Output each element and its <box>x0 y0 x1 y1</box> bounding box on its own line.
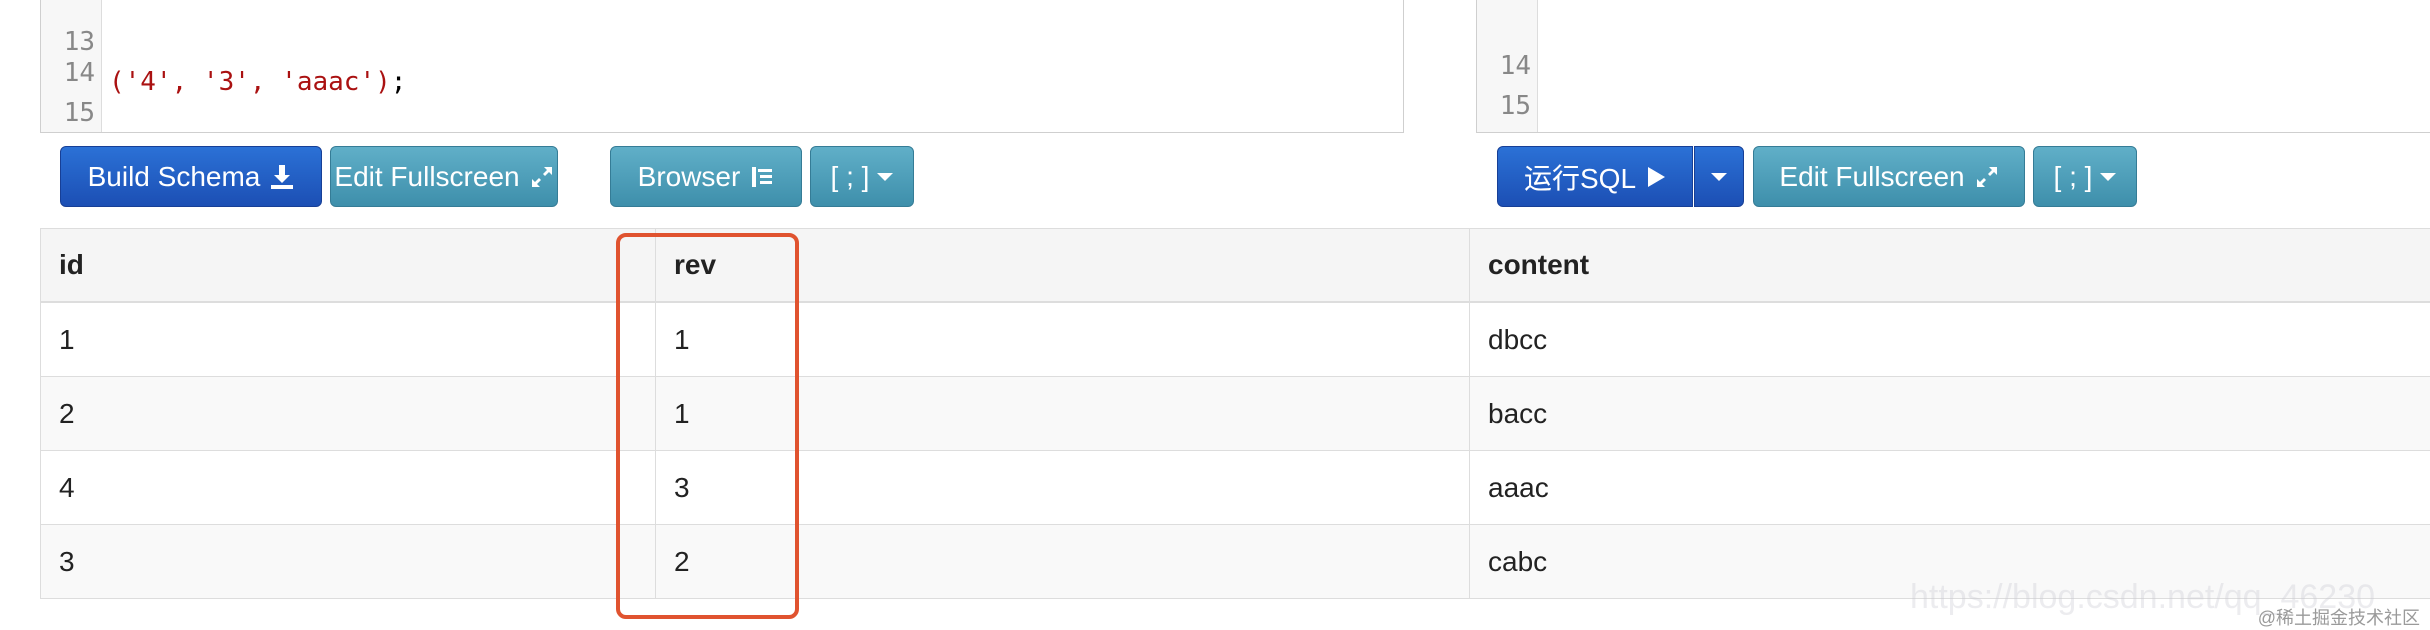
run-sql-dropdown-toggle[interactable] <box>1694 146 1744 207</box>
line-number: 16 <box>1477 126 1531 132</box>
results-table: id rev content 1 1 dbcc 2 1 bacc 4 3 aaa… <box>40 228 2430 599</box>
run-sql-label: 运行SQL <box>1523 162 1637 194</box>
browser-label: Browser <box>637 160 741 192</box>
delimiter-label: [ ; ] <box>830 160 870 192</box>
column-header-content: content <box>1469 229 2430 301</box>
code-line: 15 <box>41 53 1403 128</box>
edit-fullscreen-button[interactable]: Edit Fullscreen <box>1753 146 2025 207</box>
code-line: 14 <box>41 13 1403 88</box>
query-editor[interactable]: 14 15 16 select * from docs order by fie… <box>1476 0 2430 133</box>
cell-id: 2 <box>59 397 75 429</box>
code-line: 14 <box>1477 6 2430 81</box>
cell-rev: 3 <box>655 451 1469 524</box>
delimiter-label: [ ; ] <box>2053 160 2093 192</box>
table-row: 1 1 dbcc <box>41 303 2430 377</box>
line-number: 15 <box>63 98 95 128</box>
schema-editor[interactable]: 13 ('4', '3', 'aaac'); 14 15 <box>40 0 1404 133</box>
caret-down-icon <box>2100 172 2117 181</box>
caret-down-icon <box>877 172 894 181</box>
edit-fullscreen-button[interactable]: Edit Fullscreen <box>330 146 558 207</box>
play-icon <box>1646 166 1666 188</box>
table-header-row: id rev content <box>41 229 2430 303</box>
build-schema-button[interactable]: Build Schema <box>60 146 322 207</box>
credit-text: @稀土掘金技术社区 <box>2257 608 2420 628</box>
cell-rev: 1 <box>655 377 1469 450</box>
expand-icon <box>530 165 554 189</box>
table-row: 4 3 aaac <box>41 451 2430 525</box>
cell-id: 3 <box>59 545 75 577</box>
browser-button[interactable]: Browser <box>610 146 802 207</box>
download-icon <box>270 164 294 190</box>
tree-icon <box>750 165 774 189</box>
run-sql-button[interactable]: 运行SQL <box>1497 146 1693 207</box>
code-line: 15 <box>1477 46 2430 121</box>
table-row: 2 1 bacc <box>41 377 2430 451</box>
delimiter-dropdown[interactable]: [ ; ] <box>810 146 914 207</box>
column-header-rev: rev <box>655 229 1469 301</box>
delimiter-dropdown[interactable]: [ ; ] <box>2033 146 2137 207</box>
column-header-id: id <box>59 249 84 280</box>
edit-fullscreen-label: Edit Fullscreen <box>1779 160 1965 192</box>
cell-content: dbcc <box>1469 303 2430 376</box>
expand-icon <box>1975 165 1999 189</box>
caret-down-icon <box>1711 172 1727 181</box>
cell-content: aaac <box>1469 451 2430 524</box>
code-line: 16 select * from docs order by field (re… <box>1477 86 2430 132</box>
cell-rev: 2 <box>655 525 1469 598</box>
cell-content: bacc <box>1469 377 2430 450</box>
cell-id: 1 <box>59 323 75 355</box>
cell-id: 4 <box>59 471 75 503</box>
edit-fullscreen-label: Edit Fullscreen <box>334 160 520 192</box>
build-schema-label: Build Schema <box>87 160 261 192</box>
cell-rev: 1 <box>655 303 1469 376</box>
